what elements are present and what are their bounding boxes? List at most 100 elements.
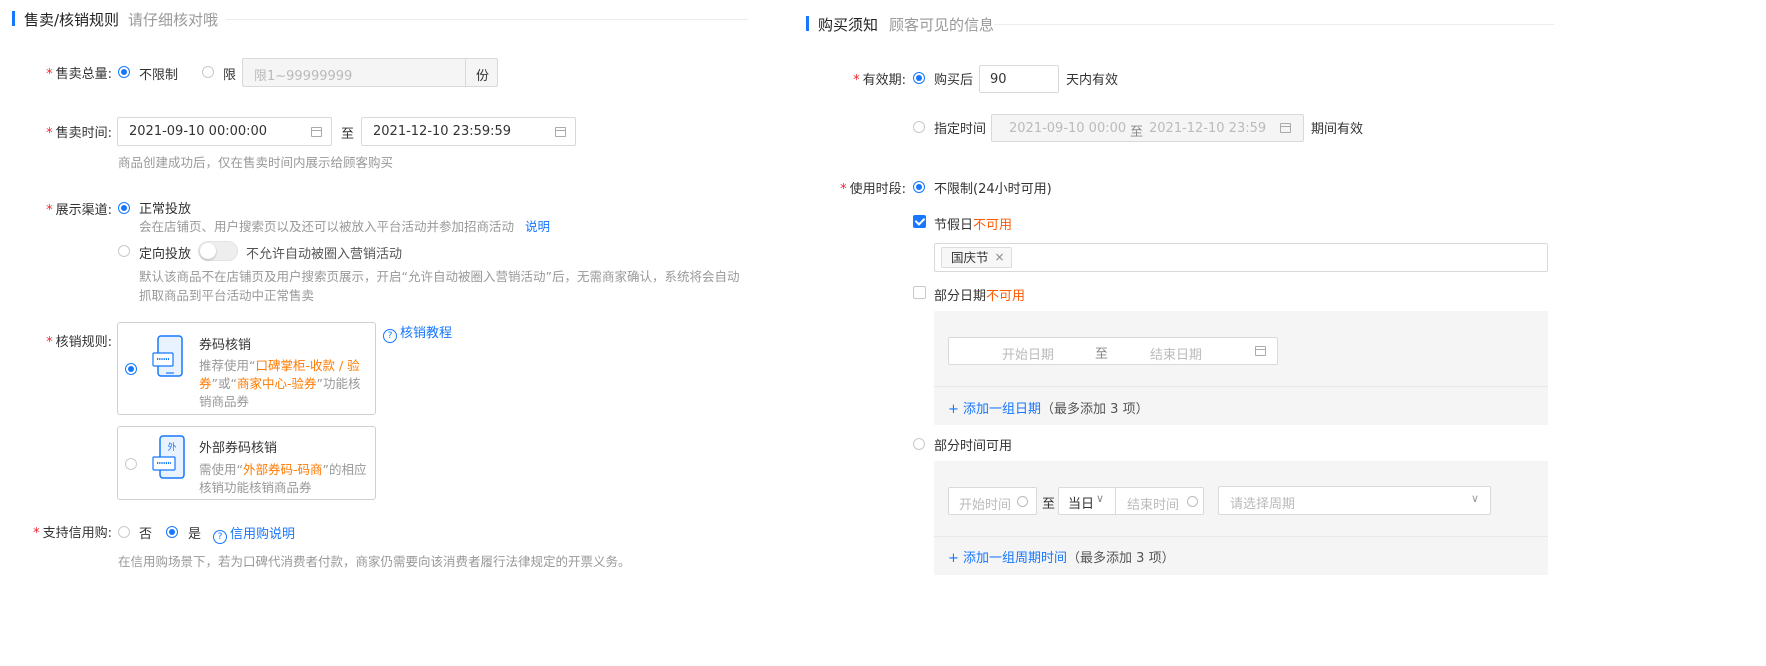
auto-marketing-toggle[interactable] <box>198 241 238 261</box>
validity-range-input[interactable]: 2021-09-10 00:00 至 2021-12-10 23:59 <box>991 114 1304 142</box>
coupon-verify-card[interactable]: 券码核销 推荐使用“口碑掌柜-收款 / 验 券”或“商家中心-验券”功能核 销商… <box>117 322 376 415</box>
channel-targeted-desc-1: 默认该商品不在店铺页及用户搜索页展示，开启“允许自动被圈入营销活动”后，无需商家… <box>139 269 740 284</box>
section-divider <box>994 24 1554 25</box>
validity-period-suffix: 期间有效 <box>1311 122 1364 137</box>
end-time-placeholder[interactable]: 结束时间 <box>1127 494 1179 513</box>
validity-days-value: 90 <box>990 72 1007 87</box>
channel-targeted-radio[interactable] <box>118 245 130 257</box>
phone-coupon-icon <box>152 335 183 377</box>
external-verify-desc-1: 需使用“外部券码-码商”的相应 <box>199 462 367 477</box>
question-icon: ? <box>213 530 227 544</box>
chevron-down-icon: ∨ <box>1096 492 1105 505</box>
coupon-verify-title: 券码核销 <box>199 338 252 353</box>
range-separator: 至 <box>1130 125 1144 140</box>
add-cycle-group: + 添加一组周期时间（最多添加 3 项） <box>948 547 1175 566</box>
validity-after-purchase-radio[interactable] <box>913 72 925 84</box>
question-icon: ? <box>383 329 397 343</box>
external-verify-desc-2: 核销功能核销商品券 <box>199 480 312 495</box>
channel-explain-link[interactable]: 说明 <box>525 216 550 235</box>
sale-total-unit: 份 <box>476 69 490 84</box>
external-verify-radio[interactable] <box>125 458 137 470</box>
max-note: （最多添加 3 项） <box>1067 551 1175 566</box>
external-coupon-icon: 外 <box>152 435 185 479</box>
range-separator: 至 <box>341 127 355 142</box>
validity-days-suffix: 天内有效 <box>1066 73 1119 88</box>
sale-time-label: * 售卖时间: <box>46 126 112 141</box>
partial-time-radio[interactable] <box>913 438 925 450</box>
channel-targeted-desc-2: 抓取商品到平台活动中正常售卖 <box>139 288 315 303</box>
validity-specified-radio[interactable] <box>913 121 925 133</box>
sale-end-value: 2021-12-10 23:59:59 <box>373 124 512 139</box>
sale-total-unlimited-label: 不限制 <box>139 68 179 83</box>
channel-normal-label: 正常投放 <box>139 202 192 217</box>
sale-start-datetime-input[interactable]: 2021-09-10 00:00:00 <box>117 117 332 146</box>
add-cycle-group-button[interactable]: + 添加一组周期时间 <box>948 551 1067 566</box>
sale-total-placeholder: 限1~99999999 <box>254 69 353 84</box>
partial-time-panel: 开始时间 至 当日 ∨ 结束时间 请选择周期 ∨ + 添加一组周期时间（最多添加… <box>934 461 1548 575</box>
channel-label: * 展示渠道: <box>46 203 112 218</box>
calendar-icon <box>1255 346 1266 356</box>
sale-total-unlimited-radio[interactable] <box>118 66 130 78</box>
credit-yes-radio[interactable] <box>166 526 178 538</box>
holiday-tag-select[interactable]: 国庆节 × <box>934 243 1548 272</box>
validity-days-input[interactable]: 90 <box>979 65 1059 93</box>
sale-start-value: 2021-09-10 00:00:00 <box>129 124 268 139</box>
validity-range-start: 2021-09-10 00:00 <box>1009 121 1127 136</box>
date-range-input[interactable]: 开始日期 至 结束日期 <box>948 337 1278 365</box>
sale-end-datetime-input[interactable]: 2021-12-10 23:59:59 <box>361 117 576 146</box>
external-verify-title: 外部券码核销 <box>199 441 278 456</box>
section-title: 售卖/核销规则 <box>24 11 120 29</box>
section-divider <box>226 19 748 20</box>
start-date-placeholder: 开始日期 <box>1002 348 1055 363</box>
holiday-tag: 国庆节 × <box>941 247 1012 268</box>
coupon-verify-radio[interactable] <box>125 363 137 375</box>
usage-unlimited-radio[interactable] <box>913 181 925 193</box>
usage-label: * 使用时段: <box>840 182 906 197</box>
end-time-group: 当日 ∨ 结束时间 <box>1058 487 1204 515</box>
start-time-input[interactable]: 开始时间 <box>948 487 1037 515</box>
validity-after-purchase-label: 购买后 <box>934 73 974 88</box>
section-title: 购买须知 <box>818 16 879 34</box>
same-day-select[interactable]: 当日 ∨ <box>1059 488 1116 514</box>
validity-specified-label: 指定时间 <box>934 122 987 137</box>
holiday-checkbox[interactable] <box>913 215 926 228</box>
max-note: （最多添加 3 项） <box>1041 402 1149 417</box>
cycle-select[interactable]: 请选择周期 ∨ <box>1218 486 1491 515</box>
panel-divider <box>934 386 1548 387</box>
add-date-group-button[interactable]: + 添加一组日期 <box>948 402 1041 417</box>
close-icon[interactable]: × <box>994 248 1004 267</box>
add-date-group: + 添加一组日期（最多添加 3 项） <box>948 398 1149 417</box>
cycle-placeholder: 请选择周期 <box>1230 497 1296 512</box>
section-marker <box>806 16 809 31</box>
calendar-icon <box>1280 123 1291 133</box>
toggle-text: 不允许自动被圈入营销活动 <box>246 247 403 262</box>
partial-dates-checkbox[interactable] <box>913 286 926 299</box>
credit-no-radio[interactable] <box>118 526 130 538</box>
credit-hint: 在信用购场景下，若为口碑代消费者付款，商家仍需要向该消费者履行法律规定的开票义务… <box>118 554 631 569</box>
partial-dates-panel: 开始日期 至 结束日期 + 添加一组日期（最多添加 3 项） <box>934 311 1548 425</box>
credit-explain-link[interactable]: ? 信用购说明 <box>213 523 295 544</box>
verify-label: * 核销规则: <box>46 335 112 350</box>
usage-unlimited-label: 不限制(24小时可用) <box>934 182 1052 197</box>
credit-no-label: 否 <box>139 527 153 542</box>
panel-divider <box>934 536 1548 537</box>
clock-icon <box>1187 496 1198 507</box>
coupon-verify-desc-2: 券”或“商家中心-验券”功能核 <box>199 376 361 391</box>
external-verify-card[interactable]: 外 外部券码核销 需使用“外部券码-码商”的相应 核销功能核销商品券 <box>117 426 376 500</box>
chevron-down-icon: ∨ <box>1471 492 1480 505</box>
section-subtitle: 请仔细核对哦 <box>128 11 219 29</box>
coupon-verify-desc-1: 推荐使用“口碑掌柜-收款 / 验 <box>199 358 360 373</box>
input-addon-divider <box>465 59 466 86</box>
range-separator: 至 <box>1042 497 1056 512</box>
sale-total-limited-radio[interactable] <box>202 66 214 78</box>
verify-tutorial-link[interactable]: ? 核销教程 <box>383 322 452 343</box>
svg-text:外: 外 <box>167 441 176 453</box>
sale-total-input[interactable]: 限1~99999999 份 <box>242 58 498 87</box>
channel-normal-radio[interactable] <box>118 202 130 214</box>
range-separator: 至 <box>1095 347 1109 362</box>
credit-yes-label: 是 <box>188 527 202 542</box>
sale-total-label: * 售卖总量: <box>46 67 112 82</box>
channel-normal-desc: 会在店铺页、用户搜索页以及还可以被放入平台活动并参加招商活动 <box>139 219 515 234</box>
coupon-verify-desc-3: 销商品券 <box>199 394 250 409</box>
holiday-tag-label: 国庆节 <box>951 250 989 265</box>
